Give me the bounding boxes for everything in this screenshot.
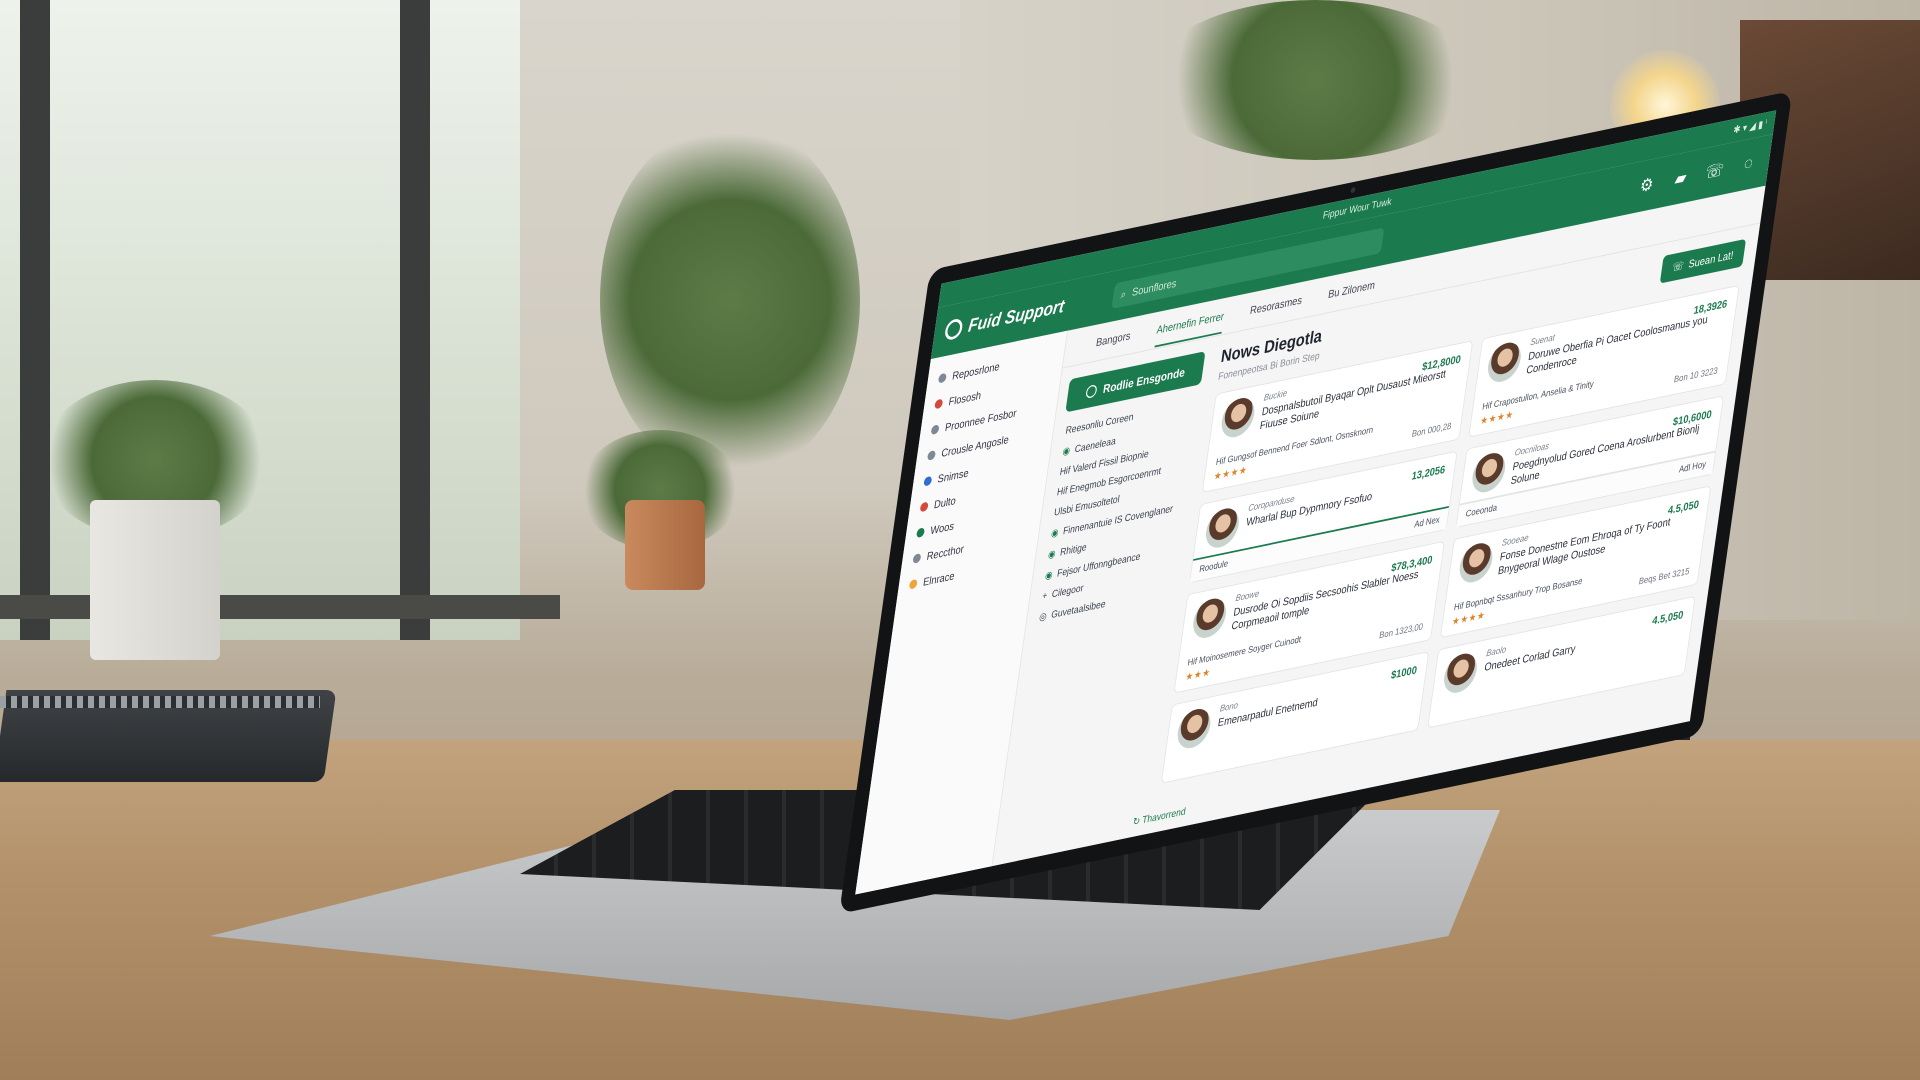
window-frame bbox=[20, 0, 50, 640]
search-input[interactable]: Sounflores bbox=[1131, 277, 1177, 299]
plant-pot bbox=[90, 500, 220, 660]
circle-icon: ◉ bbox=[1050, 527, 1060, 540]
primary-action-label: Suean Lat! bbox=[1687, 248, 1735, 271]
window-sill bbox=[0, 595, 560, 619]
circle-icon: ◎ bbox=[1038, 610, 1048, 624]
sidebar-item-icon bbox=[919, 501, 929, 513]
avatar bbox=[1469, 450, 1508, 496]
sidebar-item-icon bbox=[908, 578, 918, 590]
phone-icon: ☏ bbox=[1671, 258, 1685, 274]
card-action-label[interactable]: Adl Hoy bbox=[1678, 460, 1706, 476]
photo-scene: Fippur Wour Tuwk ✱ ▾ ◢ ▮ ⁱ Fuid Support … bbox=[0, 0, 1920, 1080]
notebook-spiral bbox=[0, 696, 320, 708]
folder-icon[interactable]: ▰ bbox=[1669, 164, 1692, 192]
sidebar-item-label: Woos bbox=[929, 519, 955, 538]
plus-icon: + bbox=[1041, 590, 1049, 603]
webcam bbox=[1350, 186, 1356, 194]
card-date: Bon 1323,00 bbox=[1378, 621, 1424, 642]
avatar bbox=[1457, 540, 1495, 586]
sidebar-item-icon bbox=[912, 553, 922, 564]
sidebar-item-icon bbox=[937, 372, 947, 384]
sidebar-item-label: Snimse bbox=[936, 466, 970, 486]
avatar bbox=[1203, 505, 1242, 551]
sidebar-item-label: Dulto bbox=[933, 493, 957, 512]
sidebar-item-label: Flososh bbox=[947, 388, 983, 409]
avatar bbox=[1441, 650, 1480, 696]
card-action-label[interactable]: Roodule bbox=[1199, 559, 1229, 575]
subnav-label: Cilegoor bbox=[1051, 582, 1085, 601]
avatar bbox=[1175, 705, 1213, 752]
sidebar-item-icon bbox=[934, 398, 944, 410]
primary-action-button[interactable]: ☏ Suean Lat! bbox=[1659, 238, 1747, 284]
subnav-label: Rhitige bbox=[1059, 541, 1088, 558]
rating-stars: ★★★ bbox=[1184, 666, 1212, 684]
logo-icon bbox=[943, 317, 964, 342]
avatar bbox=[1190, 595, 1229, 641]
system-tray: ✱ ▾ ◢ ▮ ⁱ bbox=[1732, 118, 1768, 137]
card-date: Bon 10 3223 bbox=[1673, 366, 1719, 386]
sidebar-item-icon bbox=[923, 475, 933, 487]
sidebar-item-label: Elnrace bbox=[922, 569, 956, 589]
gear-icon[interactable]: ⚙ bbox=[1635, 171, 1658, 199]
circle-icon: ◉ bbox=[1047, 548, 1057, 561]
sidebar-item-icon bbox=[930, 424, 940, 436]
plant-pot bbox=[625, 500, 705, 590]
card-action-label[interactable]: Ad Nex bbox=[1414, 515, 1441, 530]
tab[interactable]: Bu Zilonem bbox=[1327, 278, 1376, 301]
phone-icon[interactable]: ☏ bbox=[1703, 157, 1726, 185]
app-name: Fuid Support bbox=[967, 295, 1066, 336]
plant-blur bbox=[1150, 0, 1480, 160]
chat-icon: ◯ bbox=[1084, 382, 1099, 399]
new-request-label: Rodlie Ensgonde bbox=[1102, 364, 1186, 396]
card-action-label[interactable]: Coeonda bbox=[1465, 503, 1498, 520]
sidebar-item-icon bbox=[916, 527, 926, 539]
circle-icon: ◉ bbox=[1061, 445, 1071, 458]
card-date: Bon 000,28 bbox=[1411, 421, 1452, 440]
avatar bbox=[1219, 394, 1257, 441]
sidebar-item-label: Reccthor bbox=[925, 542, 965, 563]
plant-blur bbox=[600, 120, 860, 480]
avatar bbox=[1485, 339, 1524, 385]
search-icon: ⌕ bbox=[1119, 286, 1128, 301]
window-frame bbox=[400, 0, 430, 640]
tab[interactable]: Resorasmes bbox=[1249, 293, 1303, 317]
tab[interactable]: Bangors bbox=[1095, 329, 1131, 349]
card-date: Beqs Bet 3215 bbox=[1638, 566, 1691, 588]
help-icon[interactable]: ◌ bbox=[1737, 150, 1760, 178]
circle-icon: ◉ bbox=[1044, 569, 1054, 582]
background-window bbox=[0, 0, 520, 640]
sidebar-item-icon bbox=[926, 450, 936, 461]
